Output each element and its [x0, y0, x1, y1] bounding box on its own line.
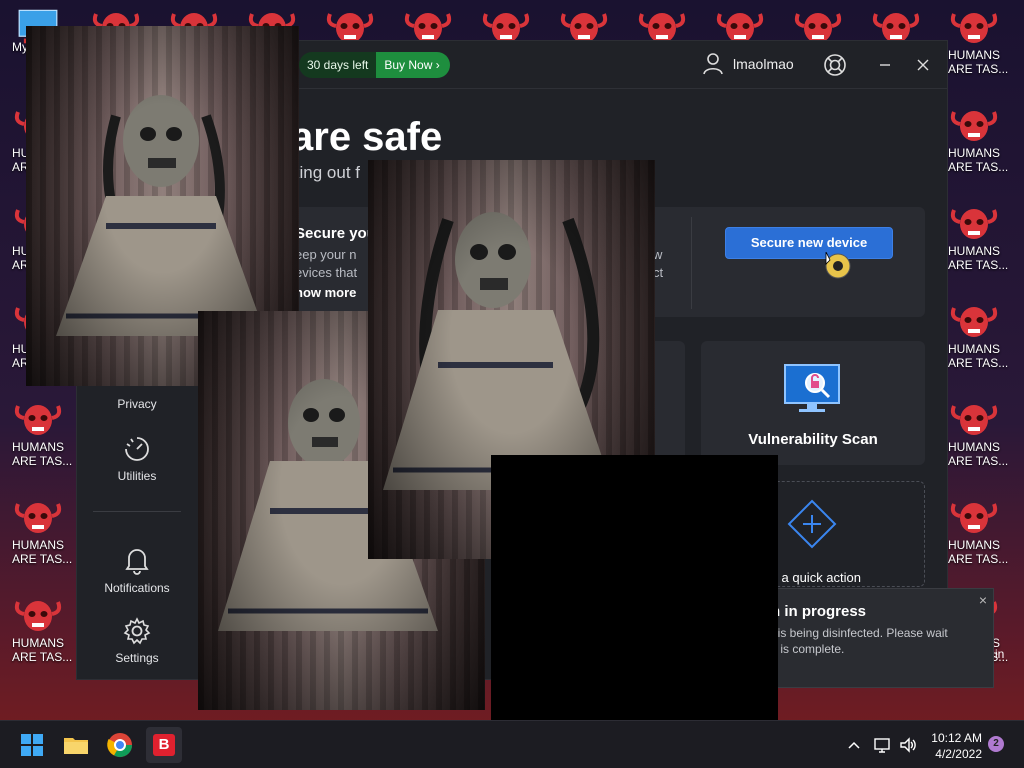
- vulnerability-scan-label: Vulnerability Scan: [748, 431, 878, 448]
- desktop-icon-label: ARE TAS...: [948, 552, 1009, 566]
- eye-cursor-icon: [825, 252, 851, 279]
- sidebar-item-label: Settings: [115, 651, 159, 665]
- username: lmaolmao: [733, 56, 794, 72]
- sidebar-item-label: Notifications: [104, 581, 170, 595]
- sidebar-item-privacy[interactable]: Privacy: [77, 397, 197, 411]
- support-lifebuoy-icon[interactable]: [823, 53, 847, 77]
- toast-body: t is being disinfected. Please wait s is…: [771, 626, 948, 656]
- volume-icon[interactable]: [898, 735, 918, 755]
- bell-icon: [125, 549, 149, 575]
- toast-title: n in progress: [771, 603, 867, 620]
- desktop-icon-skull[interactable]: HUMANSARE TAS...: [948, 498, 1010, 566]
- desktop-icon-skull[interactable]: HUMANSARE TAS...: [948, 106, 1010, 174]
- card-divider: [691, 217, 692, 309]
- toast-fragment: in: [995, 647, 1005, 661]
- sidebar-divider: [93, 511, 181, 512]
- sidebar-item-label: Privacy: [117, 397, 157, 411]
- desktop-icon-label: HUMANS: [948, 538, 1001, 552]
- secure-card-title: Secure you: [295, 225, 376, 242]
- close-icon[interactable]: [911, 53, 935, 77]
- utilities-gauge-icon: [125, 437, 149, 461]
- sidebar-item-utilities[interactable]: Utilities: [77, 435, 197, 483]
- clock-date: 4/2/2022: [935, 747, 982, 761]
- desktop-icon-skull[interactable]: HUMANSARE TAS...: [948, 302, 1010, 370]
- desktop-icon-skull[interactable]: HUMANSARE TAS...: [12, 400, 74, 468]
- desktop-icon-label: ARE TAS...: [12, 552, 73, 566]
- desktop-icon-label: HUMANS: [948, 146, 1001, 160]
- desktop-icon-skull[interactable]: HUMANSARE TAS...: [948, 8, 1010, 76]
- desktop-icon-skull[interactable]: HUMANSARE TAS...: [12, 596, 74, 664]
- desktop-icon-label: HUMANS: [948, 48, 1001, 62]
- file-explorer-icon[interactable]: [58, 727, 94, 763]
- add-plus-icon: [787, 499, 837, 549]
- desktop-icon-skull[interactable]: HUMANSARE TAS...: [948, 400, 1010, 468]
- buy-now-button[interactable]: Buy Now ›: [376, 52, 450, 78]
- desktop-icon-label: ARE TAS...: [948, 160, 1009, 174]
- clock-time: 10:12 AM: [931, 731, 982, 745]
- sidebar-item-notifications[interactable]: Notifications: [77, 545, 197, 595]
- bitdefender-icon: B: [153, 734, 175, 756]
- secure-new-device-button[interactable]: Secure new device: [725, 227, 893, 259]
- bitdefender-taskbar-button[interactable]: B: [146, 727, 182, 763]
- trial-badge[interactable]: 30 days left Buy Now ›: [299, 52, 450, 78]
- red-skull-icon: [14, 601, 62, 631]
- red-skull-icon: [950, 13, 998, 43]
- show-more-link[interactable]: how more: [295, 285, 356, 300]
- page-title: are safe: [291, 115, 443, 159]
- trial-days-left: 30 days left: [299, 52, 377, 78]
- network-icon[interactable]: [872, 735, 892, 755]
- desktop-icon-label: HUMANS: [12, 538, 65, 552]
- desktop-icon-label: HUMANS: [948, 244, 1001, 258]
- desktop-icon-label: HUMANS: [12, 636, 65, 650]
- desktop-icon-label: ARE TAS...: [12, 454, 73, 468]
- red-skull-icon: [950, 209, 998, 239]
- desktop-icon-label: ARE TAS...: [948, 454, 1009, 468]
- sidebar-item-settings[interactable]: Settings: [77, 617, 197, 665]
- user-icon: [703, 53, 723, 75]
- taskbar: B 10:12 AM 4/2/2022: [0, 720, 1024, 768]
- page-subtitle: king out f: [291, 163, 360, 182]
- red-skull-icon: [950, 503, 998, 533]
- desktop-icon-label: HUMANS: [948, 342, 1001, 356]
- chrome-icon[interactable]: [102, 727, 138, 763]
- minimize-icon[interactable]: [873, 53, 897, 77]
- desktop-icon-skull[interactable]: HUMANSARE TAS...: [948, 204, 1010, 272]
- red-skull-icon: [950, 111, 998, 141]
- desktop-icon-label: ARE TAS...: [948, 356, 1009, 370]
- chevron-up-icon[interactable]: [846, 737, 862, 753]
- desktop-icon-label: ARE TAS...: [948, 258, 1009, 272]
- red-skull-icon: [14, 503, 62, 533]
- sidebar-item-label: Utilities: [117, 469, 157, 483]
- account-button[interactable]: lmaolmao: [703, 53, 794, 75]
- clock[interactable]: 10:12 AM 4/2/2022: [928, 730, 982, 762]
- add-quick-action-label: l a quick action: [775, 570, 861, 585]
- red-skull-icon: [14, 405, 62, 435]
- red-skull-icon: [950, 405, 998, 435]
- vulnerability-scan-icon: [784, 364, 840, 412]
- notification-count-badge[interactable]: 2: [988, 736, 1004, 752]
- desktop-icon-label: ARE TAS...: [12, 650, 73, 664]
- desktop-icon-label: HUMANS: [948, 440, 1001, 454]
- desktop-icon-skull[interactable]: HUMANSARE TAS...: [12, 498, 74, 566]
- gear-icon: [123, 617, 151, 645]
- red-skull-icon: [950, 307, 998, 337]
- desktop-icon-label: HUMANS: [12, 440, 65, 454]
- toast-close-icon[interactable]: ×: [979, 592, 987, 608]
- desktop-icon-label: ARE TAS...: [948, 62, 1009, 76]
- start-windows-icon[interactable]: [14, 727, 50, 763]
